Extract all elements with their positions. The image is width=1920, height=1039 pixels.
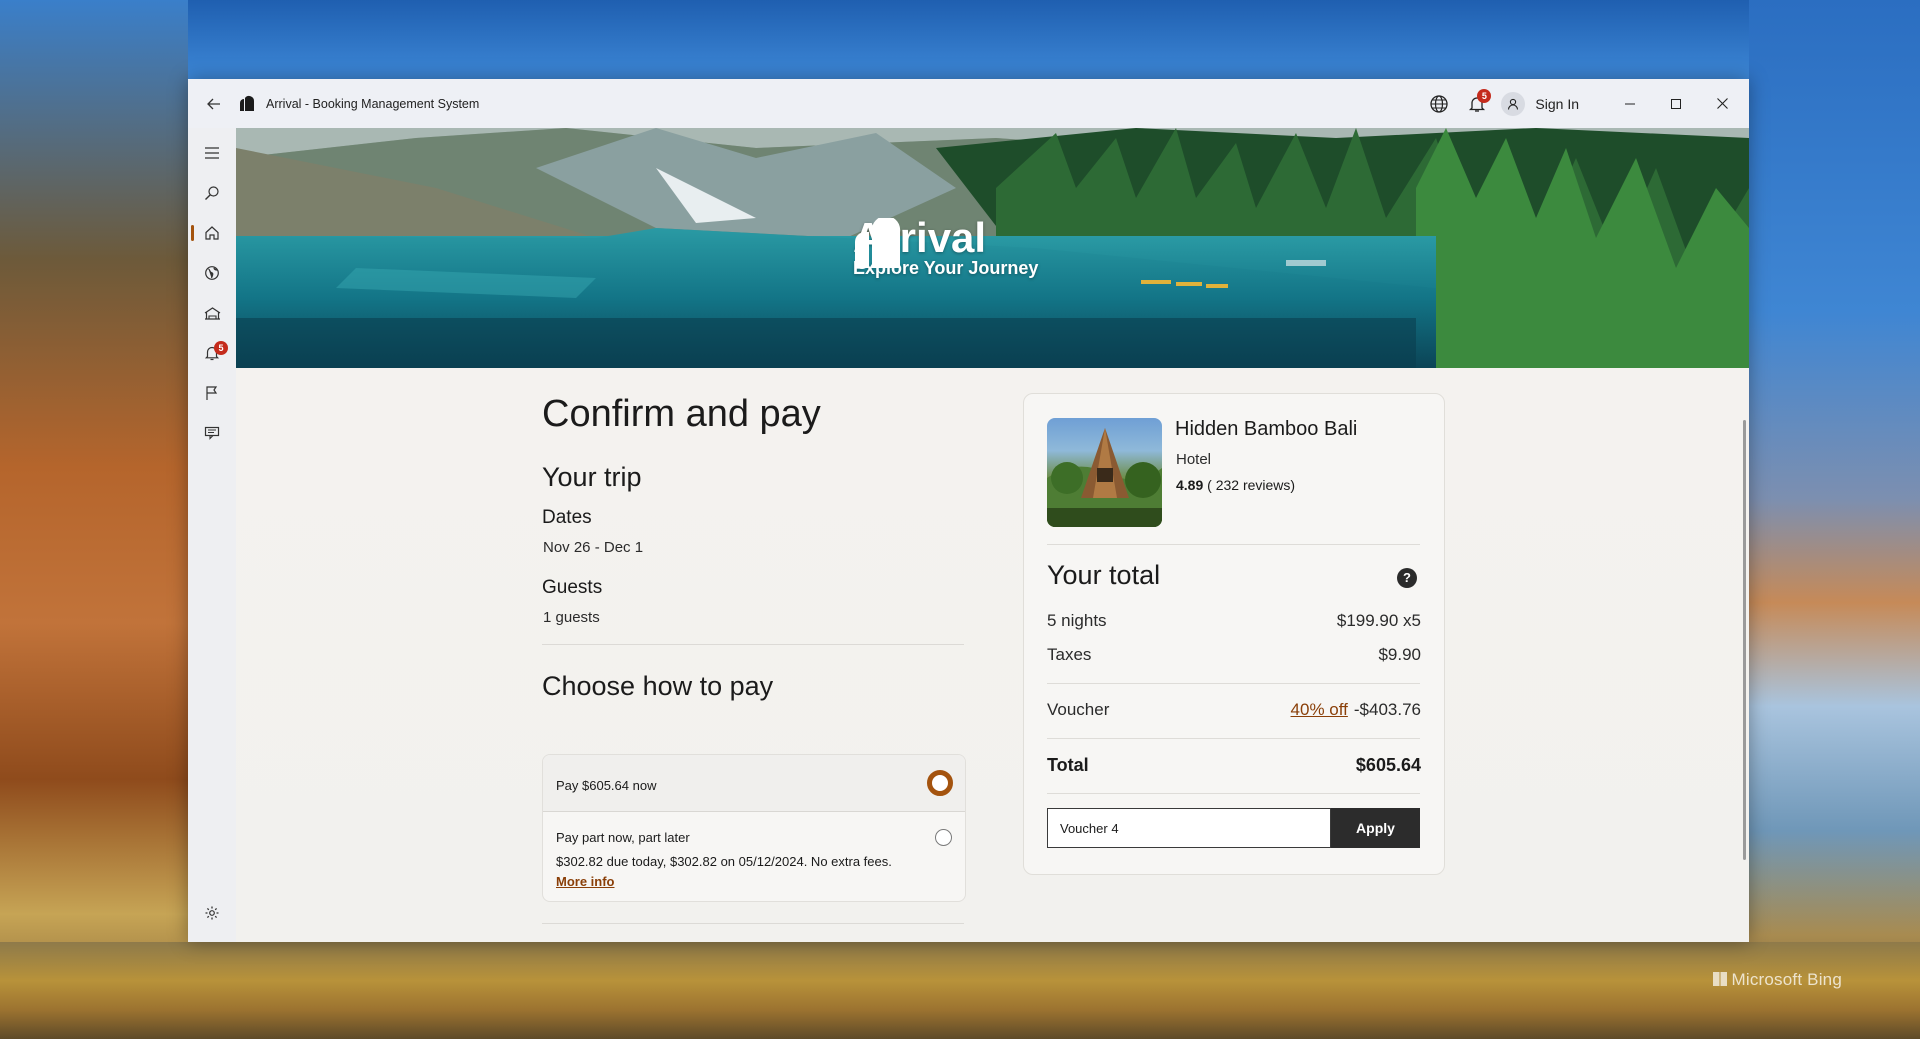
desktop-wallpaper-right: [1749, 0, 1920, 1039]
arrival-logo-icon: [240, 95, 254, 111]
pay-later-radio[interactable]: [935, 829, 952, 846]
side-navigation: 5: [188, 128, 236, 942]
pay-later-detail: $302.82 due today, $302.82 on 05/12/2024…: [556, 854, 892, 869]
nav-notifications[interactable]: 5: [188, 337, 236, 369]
page-title: Confirm and pay: [542, 393, 821, 435]
taxes-value: $9.90: [1378, 645, 1421, 664]
nav-search[interactable]: [188, 177, 236, 209]
minimize-icon: [1625, 103, 1635, 104]
help-icon[interactable]: ?: [1397, 568, 1417, 588]
nav-explore[interactable]: [188, 257, 236, 289]
nav-notification-badge: 5: [214, 341, 228, 355]
taxes-label: Taxes: [1047, 645, 1092, 664]
nav-bookings[interactable]: [188, 297, 236, 329]
hotel-thumbnail: [1047, 418, 1162, 527]
trip-heading: Your trip: [542, 462, 642, 492]
apply-voucher-button[interactable]: Apply: [1331, 808, 1420, 848]
flag-icon: [206, 386, 218, 400]
bing-watermark: Microsoft Bing: [1713, 970, 1842, 990]
card-divider: [1047, 683, 1420, 684]
nav-home[interactable]: [188, 217, 236, 249]
selection-indicator: [191, 225, 194, 241]
review-count: ( 232 reviews): [1207, 477, 1296, 493]
globe-icon: [1430, 94, 1449, 113]
total-label: Total: [1047, 755, 1089, 775]
hotel-photo-image: [1047, 428, 1162, 527]
maximize-icon: [1671, 98, 1681, 109]
hotel-icon: [204, 307, 220, 320]
language-button[interactable]: [1425, 90, 1453, 118]
close-button[interactable]: [1699, 79, 1745, 128]
nav-feedback[interactable]: [188, 417, 236, 449]
pay-now-option[interactable]: Pay $605.64 now: [543, 755, 965, 812]
section-divider: [542, 923, 964, 924]
title-bar: Arrival - Booking Management System 5 Si…: [188, 79, 1749, 128]
sign-in-label: Sign In: [1535, 95, 1579, 112]
back-button[interactable]: [200, 90, 228, 118]
nav-menu-toggle[interactable]: [188, 137, 236, 169]
hamburger-icon: [205, 147, 219, 159]
dates-value: Nov 26 - Dec 1: [543, 539, 644, 556]
back-arrow-icon: [207, 98, 220, 109]
booking-summary-card: Hidden Bamboo Bali Hotel 4.89 ( 232 revi…: [1023, 393, 1445, 875]
total-value: $605.64: [1355, 755, 1421, 775]
guests-value: 1 guests: [543, 609, 600, 626]
desktop-wallpaper-top: [0, 0, 1920, 79]
rating-value: 4.89: [1176, 477, 1204, 493]
voucher-discount-link[interactable]: 40% off: [1291, 700, 1348, 719]
nav-settings[interactable]: [188, 897, 236, 929]
voucher-input[interactable]: [1047, 808, 1331, 848]
sign-in-button[interactable]: Sign In: [1501, 91, 1579, 116]
desktop-wallpaper-left: [0, 0, 188, 1039]
dates-label: Dates: [542, 507, 592, 528]
desktop-wallpaper-bottom: [0, 942, 1920, 1039]
gear-icon: [205, 906, 219, 920]
checkout-page: Confirm and pay Your trip Dates Nov 26 -…: [236, 368, 1749, 942]
card-divider: [1047, 544, 1420, 545]
pay-later-label: Pay part now, part later: [556, 830, 690, 845]
voucher-label: Voucher: [1047, 700, 1110, 719]
scrollbar[interactable]: [1743, 420, 1746, 860]
avatar: [1501, 91, 1526, 116]
person-icon: [1508, 98, 1519, 110]
pay-later-option[interactable]: Pay part now, part later $302.82 due tod…: [543, 812, 965, 901]
nights-label: 5 nights: [1047, 611, 1107, 630]
bing-watermark-label: Microsoft Bing: [1731, 970, 1842, 989]
pay-now-radio[interactable]: [927, 770, 953, 796]
hotel-rating: 4.89 ( 232 reviews): [1176, 477, 1295, 493]
card-divider: [1047, 793, 1420, 794]
nights-value: $199.90 x5: [1336, 611, 1421, 630]
nav-reports[interactable]: [188, 377, 236, 409]
hotel-name: Hidden Bamboo Bali: [1175, 418, 1358, 440]
section-divider: [542, 644, 964, 645]
pay-heading: Choose how to pay: [542, 671, 774, 701]
pay-now-label: Pay $605.64 now: [556, 778, 657, 793]
payment-options: Pay $605.64 now Pay part now, part later…: [542, 754, 966, 902]
hotel-type: Hotel: [1176, 451, 1212, 468]
app-window: Arrival - Booking Management System 5 Si…: [188, 79, 1749, 942]
brand-lockup: Arrival Explore Your Journey: [853, 217, 1038, 279]
close-icon: [1716, 98, 1728, 109]
notification-badge: 5: [1477, 88, 1492, 103]
maximize-button[interactable]: [1653, 79, 1699, 128]
voucher-row-value: 40% off -$403.76: [1291, 700, 1421, 720]
arrival-logo-icon: [855, 218, 901, 269]
search-icon: [205, 186, 219, 200]
voucher-value: -$403.76: [1353, 700, 1421, 719]
guests-label: Guests: [542, 577, 603, 598]
notifications-button[interactable]: 5: [1463, 88, 1492, 118]
card-divider: [1047, 738, 1420, 739]
total-heading: Your total: [1047, 560, 1161, 590]
minimize-button[interactable]: [1607, 79, 1653, 128]
hero-banner: Arrival Explore Your Journey: [236, 128, 1749, 368]
chat-icon: [204, 426, 220, 440]
globe-icon: [205, 266, 219, 280]
title-bar-actions: 5 Sign In: [1425, 79, 1749, 128]
home-icon: [205, 226, 219, 240]
more-info-link[interactable]: More info: [556, 874, 615, 889]
windows-logo-icon: [1713, 972, 1728, 986]
window-title: Arrival - Booking Management System: [266, 96, 480, 111]
